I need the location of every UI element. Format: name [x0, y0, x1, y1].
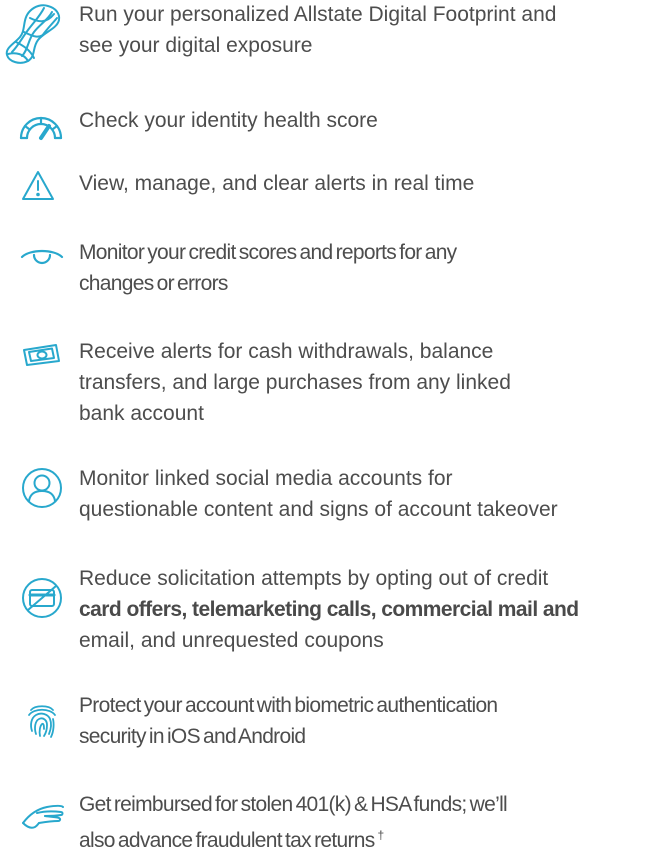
feature-text-line: Reduce solicitation attempts by opting o…: [79, 567, 549, 590]
gauge-icon: [18, 112, 64, 140]
feature-text-line: Check your identity health score: [79, 109, 378, 132]
warning-triangle-icon: [21, 170, 55, 202]
fingerprint-globe-icon: [4, 2, 64, 66]
feature-text-line: transfers, and large purchases from any …: [79, 371, 511, 394]
feature-text-line: Run your personalized Allstate Digital F…: [79, 3, 557, 26]
user-profile-icon: [20, 466, 64, 510]
feature-text-line: Monitor linked social media accounts for: [79, 467, 453, 490]
feature-text-line: see your digital exposure: [79, 34, 313, 57]
feature-text-line: View, manage, and clear alerts in real t…: [79, 172, 475, 195]
hand-icon: [21, 803, 65, 831]
fingerprint-icon: [27, 701, 57, 739]
eye-icon: [20, 247, 64, 269]
feature-text-line: Monitor your credit scores and reports f…: [79, 241, 457, 264]
footnote-dagger: †: [377, 828, 385, 842]
feature-text-line: email, and unrequested coupons: [79, 629, 384, 652]
feature-text-line: also advance fraudulent tax returns: [79, 829, 375, 852]
feature-text-line: questionable content and signs of accoun…: [79, 498, 558, 521]
money-bill-icon: [22, 341, 62, 367]
feature-text-line: card offers, telemarketing calls, commer…: [79, 598, 579, 621]
feature-text-line: Protect your account with biometric auth…: [79, 694, 498, 717]
blocked-card-icon: [20, 576, 64, 620]
feature-text-line: security in iOS and Android: [79, 725, 306, 748]
feature-text-line: bank account: [79, 402, 204, 425]
feature-text-line: Receive alerts for cash withdrawals, bal…: [79, 340, 494, 363]
feature-text-line: changes or errors: [79, 272, 228, 295]
feature-text-line: Get reimbursed for stolen 401(k) & HSA f…: [79, 793, 508, 816]
